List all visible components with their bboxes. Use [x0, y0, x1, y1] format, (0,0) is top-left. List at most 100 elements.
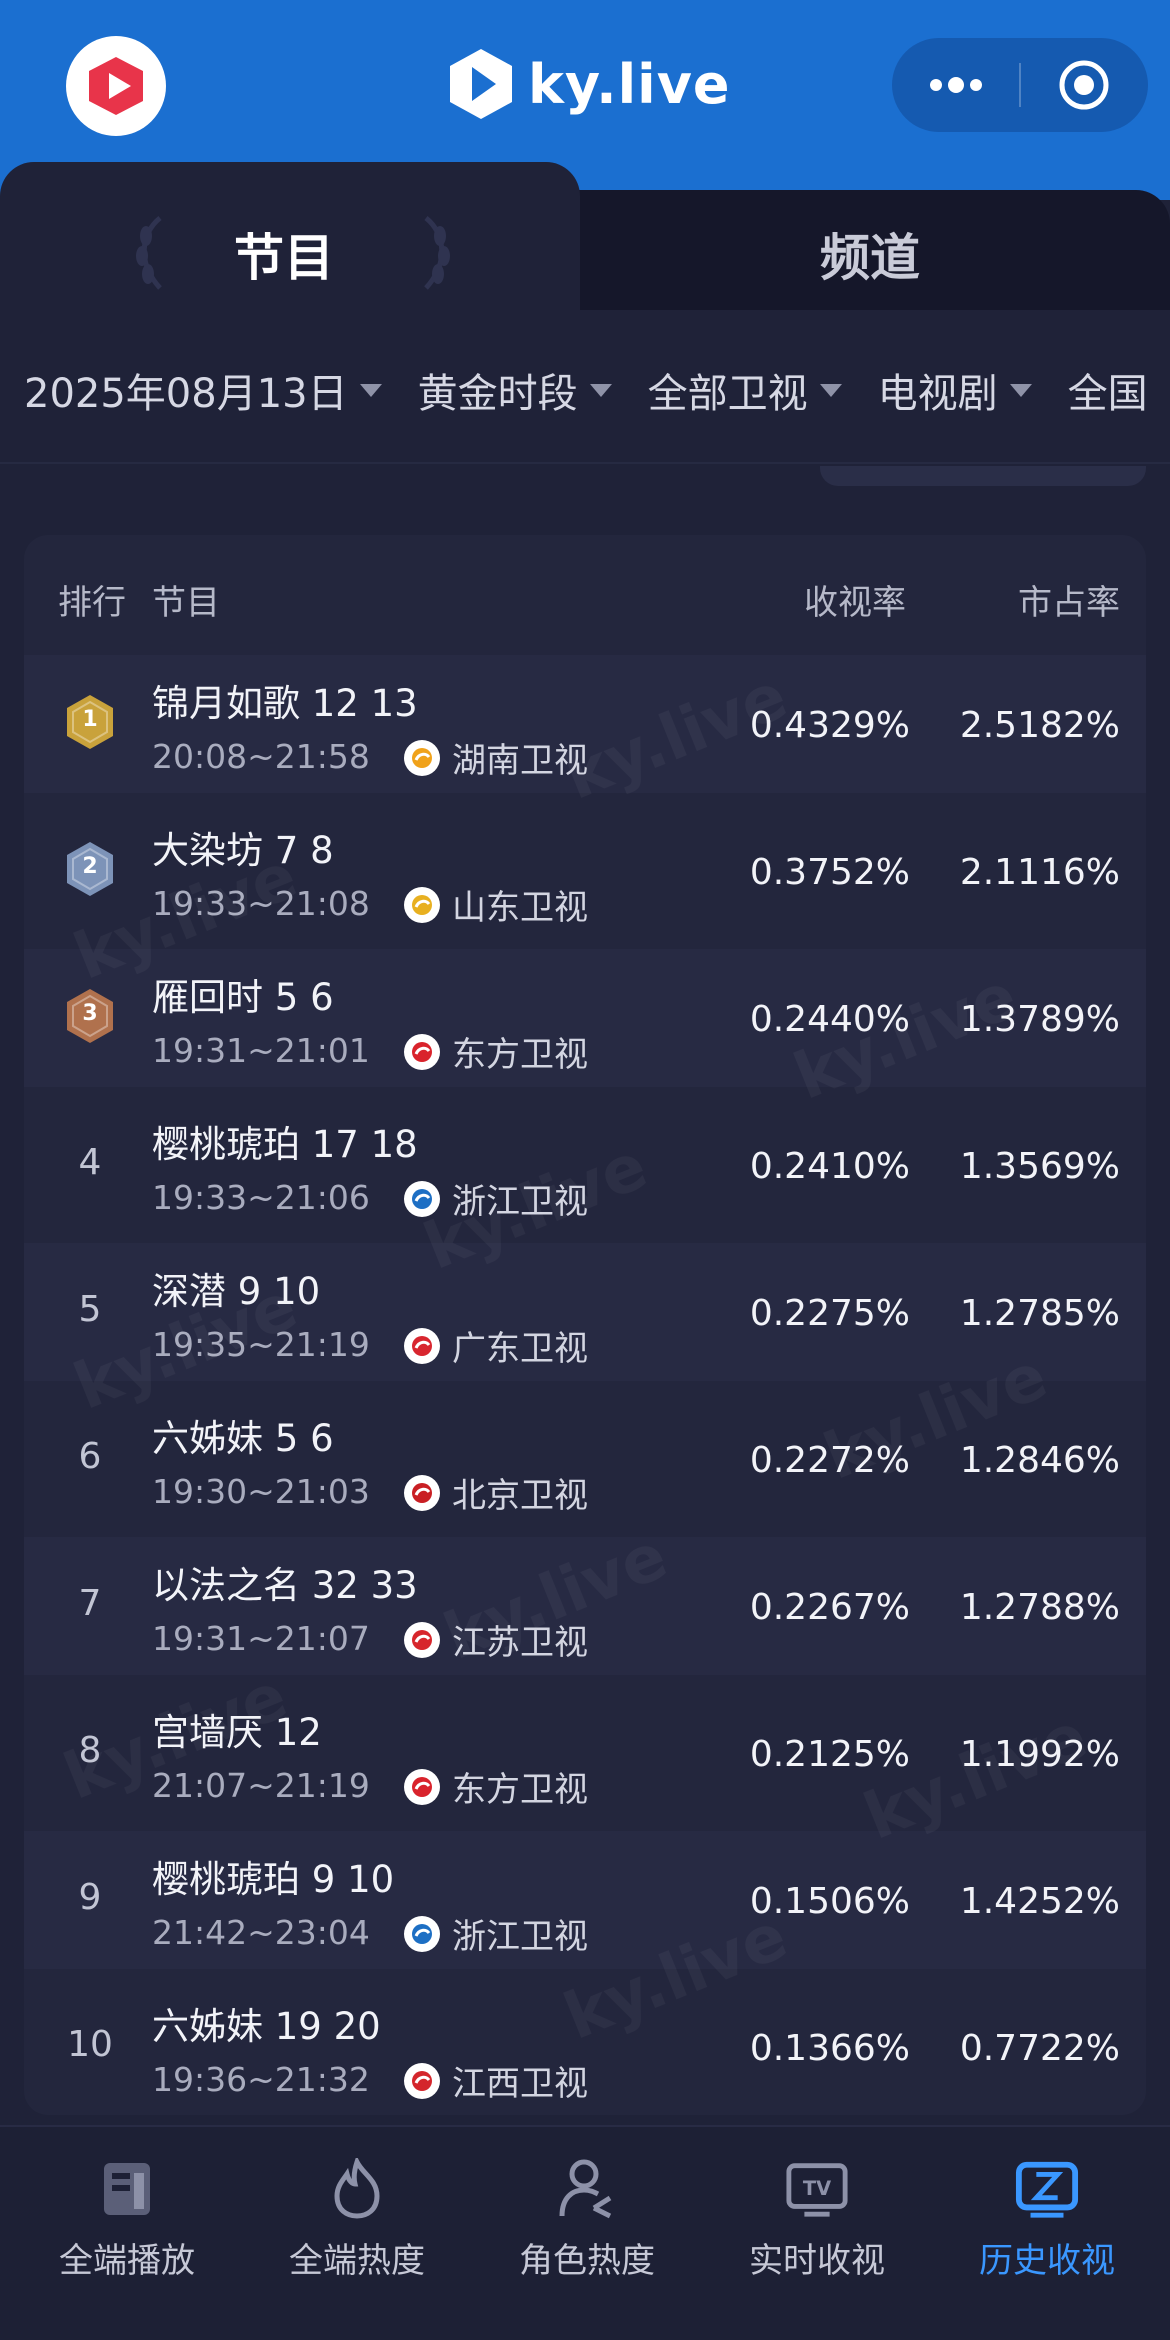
- nav-label: 全端热度: [289, 2241, 425, 2281]
- nav-label: 角色热度: [519, 2241, 655, 2281]
- table-row[interactable]: 6 六姊妹 5 6 19:30~21:03 北京卫视 0.2272% 1.2846%: [24, 1390, 1146, 1528]
- program-title: 宫墙厌 12: [152, 1711, 322, 1754]
- rank-number: 9: [78, 1876, 102, 1918]
- laurel-left-icon: [136, 216, 162, 290]
- program-title: 大染坊 7 8: [152, 829, 334, 872]
- header-share[interactable]: 市占率: [1018, 575, 1120, 624]
- nav-history[interactable]: 历史收视: [930, 2157, 1164, 2307]
- filter-scroll-indicator: [820, 466, 1146, 486]
- channel-tag: 浙江卫视: [404, 1174, 588, 1223]
- table-row[interactable]: 9 樱桃琥珀 9 10 21:42~23:04 浙江卫视 0.1506% 1.4252%: [24, 1831, 1146, 1969]
- program-title: 雁回时 5 6: [152, 976, 334, 1019]
- share-value: 2.1116%: [959, 852, 1120, 893]
- table-row[interactable]: 4 樱桃琥珀 17 18 19:33~21:06 浙江卫视 0.2410% 1.3569%: [24, 1096, 1146, 1234]
- share-value: 1.3789%: [959, 999, 1120, 1040]
- nav-all-play[interactable]: 全端播放: [10, 2157, 244, 2307]
- table-row[interactable]: 3 雁回时 5 6 19:31~21:01 东方卫视 0.2440% 1.3789%: [24, 949, 1146, 1087]
- channel-logo-icon: [404, 1327, 440, 1364]
- brand: ky.live: [448, 44, 731, 124]
- share-value: 1.2785%: [959, 1293, 1120, 1334]
- caret-down-icon: [359, 383, 382, 397]
- rank-number: 8: [78, 1729, 102, 1771]
- target-icon: [1059, 60, 1109, 110]
- rating-value: 0.3752%: [749, 852, 910, 893]
- ky-live-logo-icon: [450, 49, 512, 119]
- program-title: 以法之名 32 33: [152, 1564, 418, 1607]
- caret-down-icon: [1009, 383, 1032, 397]
- rank-medal: 2: [64, 837, 116, 901]
- channel-tag: 浙江卫视: [404, 1909, 588, 1958]
- channel-name: 江西卫视: [452, 2064, 588, 2104]
- header-rating[interactable]: 收视率: [804, 575, 906, 624]
- more-dots-icon: [929, 77, 982, 93]
- close-button[interactable]: [1021, 38, 1148, 132]
- share-value: 1.1992%: [959, 1734, 1120, 1775]
- channel-tag: 东方卫视: [404, 1027, 588, 1076]
- nav-label: 全端播放: [59, 2241, 195, 2281]
- program-time: 19:31~21:07: [152, 1619, 370, 1658]
- channel-name: 浙江卫视: [452, 1917, 588, 1957]
- tab-channel[interactable]: 频道: [820, 218, 920, 290]
- filter-region[interactable]: 全国: [1068, 361, 1148, 419]
- share-value: 1.3569%: [959, 1146, 1120, 1187]
- filter-bar: 2025年08月13日 黄金时段 全部卫视 电视剧 全国: [0, 350, 1170, 430]
- nav-realtime[interactable]: TV 实时收视: [700, 2157, 934, 2307]
- ratings-table: 排行 节目 收视率 市占率 1 锦月如歌 12 13 20:08~21:58 湖南卫视…: [24, 535, 1146, 2115]
- channel-tag: 东方卫视: [404, 1762, 588, 1811]
- channel-logo-icon: [404, 1768, 440, 1805]
- bottom-nav: 全端播放 全端热度 角色热度 TV 实时收视 历史收视: [0, 2125, 1170, 2340]
- filter-genre[interactable]: 电视剧: [878, 361, 1032, 419]
- filter-date[interactable]: 2025年08月13日: [24, 361, 382, 419]
- channel-logo-icon: [404, 1474, 440, 1511]
- rating-value: 0.2440%: [749, 999, 910, 1040]
- program-time: 21:42~23:04: [152, 1913, 370, 1952]
- rank-number: 4: [78, 1141, 102, 1183]
- filter-divider: [0, 462, 1170, 464]
- share-value: 1.2788%: [959, 1587, 1120, 1628]
- share-value: 1.2846%: [959, 1440, 1120, 1481]
- nav-role-heat[interactable]: 角色热度: [470, 2157, 704, 2307]
- rank-number: 6: [78, 1435, 102, 1477]
- table-row[interactable]: 8 宫墙厌 12 21:07~21:19 东方卫视 0.2125% 1.1992%: [24, 1684, 1146, 1822]
- tab-program[interactable]: 节目: [0, 162, 580, 332]
- filter-channel-group[interactable]: 全部卫视: [648, 361, 842, 419]
- table-row[interactable]: 10 六姊妹 19 20 19:36~21:32 江西卫视 0.1366% 0.7722%: [24, 1978, 1146, 2116]
- rank-number: 3: [82, 1000, 98, 1026]
- channel-tag: 山东卫视: [404, 880, 588, 929]
- table-row[interactable]: 5 深潜 9 10 19:35~21:19 广东卫视 0.2275% 1.2785%: [24, 1243, 1146, 1381]
- filter-region-label: 全国: [1067, 371, 1148, 417]
- tab-program-label: 节目: [234, 229, 334, 287]
- caret-down-icon: [589, 383, 612, 397]
- rank-number: 1: [82, 706, 98, 732]
- brand-name: ky.live: [528, 52, 731, 116]
- channel-tag: 江苏卫视: [404, 1615, 588, 1664]
- header-rank: 排行: [58, 583, 126, 623]
- channel-logo-icon: [404, 1180, 440, 1217]
- flame-icon: [325, 2157, 389, 2221]
- table-row[interactable]: 2 大染坊 7 8 19:33~21:08 山东卫视 0.3752% 2.1116%: [24, 802, 1146, 940]
- more-button[interactable]: [892, 38, 1019, 132]
- table-row[interactable]: 1 锦月如歌 12 13 20:08~21:58 湖南卫视 0.4329% 2.5182%: [24, 655, 1146, 793]
- rank-medal: 1: [64, 690, 116, 754]
- caret-down-icon: [819, 383, 842, 397]
- tv-icon: TV: [785, 2157, 849, 2221]
- program-time: 21:07~21:19: [152, 1766, 370, 1805]
- channel-name: 北京卫视: [452, 1476, 588, 1516]
- table-row[interactable]: 7 以法之名 32 33 19:31~21:07 江苏卫视 0.2267% 1.2788%: [24, 1537, 1146, 1675]
- program-time: 19:31~21:01: [152, 1031, 370, 1070]
- nav-all-heat[interactable]: 全端热度: [240, 2157, 474, 2307]
- filter-timeslot-label: 黄金时段: [417, 371, 578, 417]
- laurel-right-icon: [424, 216, 450, 290]
- program-time: 19:36~21:32: [152, 2060, 370, 2099]
- filter-timeslot[interactable]: 黄金时段: [418, 361, 612, 419]
- rating-value: 0.1506%: [749, 1881, 910, 1922]
- channel-logo-icon: [404, 1033, 440, 1070]
- app-logo[interactable]: [66, 36, 166, 136]
- filter-date-label: 2025年08月13日: [24, 371, 348, 417]
- channel-name: 广东卫视: [452, 1329, 588, 1369]
- channel-name: 东方卫视: [452, 1035, 588, 1075]
- tab-bar: 节目 频道: [0, 162, 1170, 332]
- channel-name: 江苏卫视: [452, 1623, 588, 1663]
- rating-value: 0.2125%: [749, 1734, 910, 1775]
- program-title: 樱桃琥珀 9 10: [152, 1858, 395, 1901]
